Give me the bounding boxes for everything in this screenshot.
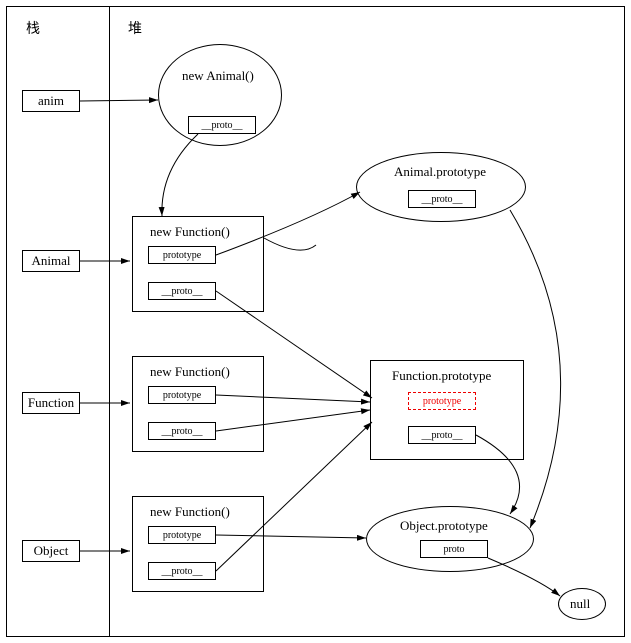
stack-anim: anim <box>22 90 80 112</box>
object-prototype-proto: proto <box>420 540 488 558</box>
function-prototype-proto: __proto__ <box>408 426 476 444</box>
new-function-object-title: new Function() <box>150 504 230 520</box>
stack-function-label: Function <box>28 395 74 411</box>
new-function-object-proto-label: __proto__ <box>161 566 202 577</box>
new-function-function-prototype: prototype <box>148 386 216 404</box>
function-prototype-prototype-label: prototype <box>423 396 461 407</box>
heap-heading: 堆 <box>128 18 142 38</box>
object-prototype-title: Object.prototype <box>400 518 488 534</box>
new-function-object-prototype: prototype <box>148 526 216 544</box>
stack-function: Function <box>22 392 80 414</box>
stack-animal-label: Animal <box>32 253 71 269</box>
function-prototype-proto-label: __proto__ <box>421 430 462 441</box>
stack-animal: Animal <box>22 250 80 272</box>
animal-prototype-title: Animal.prototype <box>394 164 486 180</box>
null-label: null <box>570 596 590 612</box>
new-function-object-proto: __proto__ <box>148 562 216 580</box>
new-function-function-prototype-label: prototype <box>163 390 201 401</box>
new-function-function-proto-label: __proto__ <box>161 426 202 437</box>
new-function-animal-title: new Function() <box>150 224 230 240</box>
new-animal-proto-label: __proto__ <box>201 120 242 131</box>
function-prototype-title: Function.prototype <box>392 368 491 384</box>
stack-object: Object <box>22 540 80 562</box>
new-function-function-proto: __proto__ <box>148 422 216 440</box>
animal-prototype-proto-label: __proto__ <box>421 194 462 205</box>
function-prototype-prototype: prototype <box>408 392 476 410</box>
diagram-root: 栈 堆 anim Animal Function Object new Anim… <box>0 0 631 643</box>
stack-heading: 栈 <box>26 18 40 38</box>
stack-anim-label: anim <box>38 93 64 109</box>
new-animal-title: new Animal() <box>182 68 254 84</box>
new-function-animal-proto: __proto__ <box>148 282 216 300</box>
new-function-animal-proto-label: __proto__ <box>161 286 202 297</box>
object-prototype-ellipse <box>366 506 534 572</box>
new-function-animal-prototype: prototype <box>148 246 216 264</box>
new-function-animal-prototype-label: prototype <box>163 250 201 261</box>
animal-prototype-ellipse <box>356 152 526 222</box>
object-prototype-proto-label: proto <box>443 544 464 555</box>
animal-prototype-proto: __proto__ <box>408 190 476 208</box>
new-function-object-prototype-label: prototype <box>163 530 201 541</box>
stack-heap-divider <box>109 7 110 636</box>
new-function-function-title: new Function() <box>150 364 230 380</box>
stack-object-label: Object <box>34 543 69 559</box>
new-animal-proto: __proto__ <box>188 116 256 134</box>
